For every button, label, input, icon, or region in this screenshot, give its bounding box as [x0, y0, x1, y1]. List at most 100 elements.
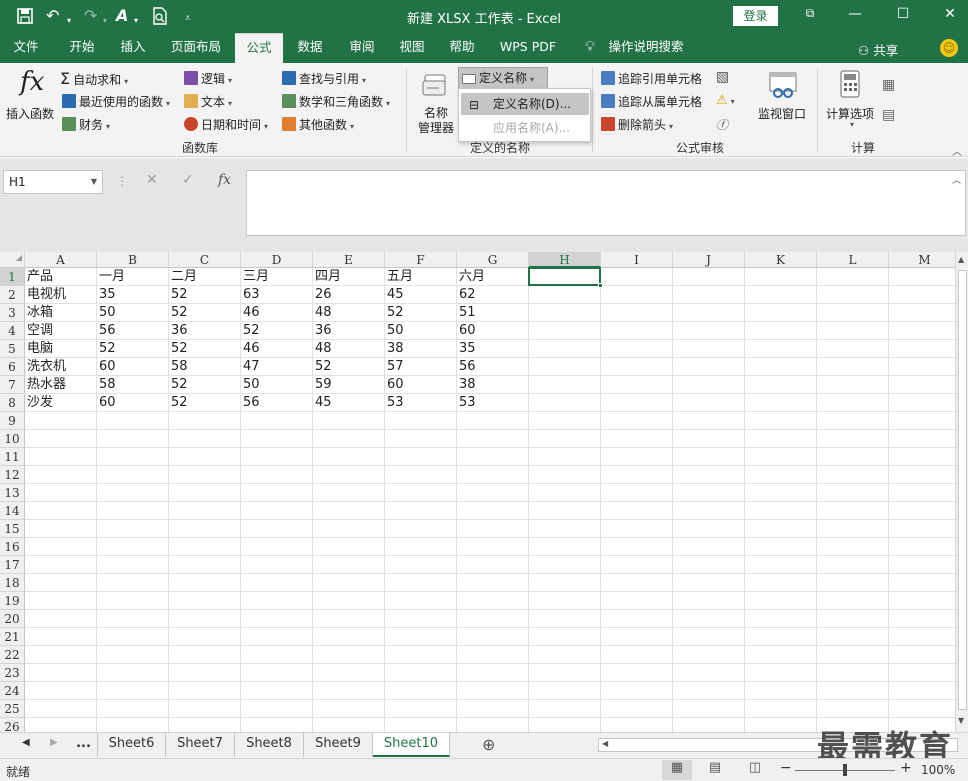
empty-cell[interactable]: [457, 574, 529, 592]
empty-cell[interactable]: [457, 700, 529, 718]
fx-icon[interactable]: fx: [218, 172, 231, 188]
empty-cell[interactable]: [889, 592, 955, 610]
empty-cell[interactable]: [97, 664, 169, 682]
row-header[interactable]: 25: [0, 700, 25, 718]
more-sheets-button[interactable]: ...: [70, 733, 98, 757]
data-cell[interactable]: 五月: [385, 268, 457, 286]
remove-arrows-button[interactable]: 删除箭头 ▾: [601, 116, 673, 133]
empty-cell[interactable]: [889, 664, 955, 682]
vertical-scroll-thumb[interactable]: [958, 270, 967, 710]
data-cell[interactable]: 沙发: [25, 394, 97, 412]
empty-cell[interactable]: [817, 376, 889, 394]
column-header[interactable]: A: [25, 252, 97, 268]
empty-cell[interactable]: [529, 718, 601, 732]
data-cell[interactable]: 35: [97, 286, 169, 304]
empty-cell[interactable]: [313, 448, 385, 466]
empty-cell[interactable]: [97, 646, 169, 664]
empty-cell[interactable]: [385, 628, 457, 646]
empty-cell[interactable]: [673, 358, 745, 376]
empty-cell[interactable]: [313, 484, 385, 502]
empty-cell[interactable]: [25, 484, 97, 502]
empty-cell[interactable]: [169, 466, 241, 484]
empty-cell[interactable]: [745, 700, 817, 718]
row-header[interactable]: 3: [0, 304, 25, 322]
tab-data[interactable]: 数据: [288, 33, 332, 63]
data-cell[interactable]: 冰箱: [25, 304, 97, 322]
data-cell[interactable]: 52: [97, 340, 169, 358]
empty-cell[interactable]: [817, 556, 889, 574]
empty-cell[interactable]: [889, 556, 955, 574]
data-cell[interactable]: 36: [169, 322, 241, 340]
empty-cell[interactable]: [745, 268, 817, 286]
empty-cell[interactable]: [529, 376, 601, 394]
empty-cell[interactable]: [529, 304, 601, 322]
data-cell[interactable]: 45: [385, 286, 457, 304]
column-header[interactable]: H: [529, 252, 601, 268]
empty-cell[interactable]: [601, 538, 673, 556]
empty-cell[interactable]: [97, 448, 169, 466]
row-header[interactable]: 13: [0, 484, 25, 502]
empty-cell[interactable]: [25, 556, 97, 574]
empty-cell[interactable]: [169, 664, 241, 682]
empty-cell[interactable]: [241, 520, 313, 538]
data-cell[interactable]: 52: [169, 376, 241, 394]
empty-cell[interactable]: [97, 700, 169, 718]
empty-cell[interactable]: [25, 430, 97, 448]
column-header[interactable]: E: [313, 252, 385, 268]
empty-cell[interactable]: [601, 322, 673, 340]
empty-cell[interactable]: [385, 412, 457, 430]
lookup-button[interactable]: 查找与引用 ▾: [282, 70, 366, 87]
empty-cell[interactable]: [529, 268, 601, 286]
calculate-now-icon[interactable]: ▦: [882, 77, 895, 93]
empty-cell[interactable]: [889, 394, 955, 412]
empty-cell[interactable]: [745, 394, 817, 412]
empty-cell[interactable]: [457, 682, 529, 700]
empty-cell[interactable]: [601, 376, 673, 394]
empty-cell[interactable]: [241, 718, 313, 732]
empty-cell[interactable]: [241, 610, 313, 628]
more-functions-button[interactable]: 其他函数 ▾: [282, 116, 354, 133]
math-button[interactable]: 数学和三角函数 ▾: [282, 93, 390, 110]
row-header[interactable]: 19: [0, 592, 25, 610]
empty-cell[interactable]: [169, 628, 241, 646]
empty-cell[interactable]: [529, 538, 601, 556]
empty-cell[interactable]: [673, 322, 745, 340]
data-cell[interactable]: 60: [97, 358, 169, 376]
empty-cell[interactable]: [313, 646, 385, 664]
empty-cell[interactable]: [673, 376, 745, 394]
empty-cell[interactable]: [529, 412, 601, 430]
empty-cell[interactable]: [313, 628, 385, 646]
empty-cell[interactable]: [529, 664, 601, 682]
empty-cell[interactable]: [673, 430, 745, 448]
row-header[interactable]: 4: [0, 322, 25, 340]
empty-cell[interactable]: [673, 412, 745, 430]
empty-cell[interactable]: [169, 610, 241, 628]
formula-input[interactable]: ︿: [246, 170, 966, 236]
row-header[interactable]: 21: [0, 628, 25, 646]
data-cell[interactable]: 电脑: [25, 340, 97, 358]
sheet-tab-active[interactable]: Sheet10: [373, 733, 450, 757]
empty-cell[interactable]: [601, 700, 673, 718]
row-header[interactable]: 22: [0, 646, 25, 664]
data-cell[interactable]: 38: [457, 376, 529, 394]
empty-cell[interactable]: [313, 592, 385, 610]
empty-cell[interactable]: [169, 448, 241, 466]
empty-cell[interactable]: [889, 358, 955, 376]
empty-cell[interactable]: [817, 538, 889, 556]
feedback-smile-icon[interactable]: ☺: [940, 39, 958, 57]
row-header[interactable]: 6: [0, 358, 25, 376]
column-header[interactable]: C: [169, 252, 241, 268]
sheet-tab[interactable]: Sheet6: [98, 733, 166, 757]
row-header[interactable]: 10: [0, 430, 25, 448]
recent-functions-button[interactable]: 最近使用的函数 ▾: [62, 93, 170, 110]
data-cell[interactable]: 62: [457, 286, 529, 304]
empty-cell[interactable]: [313, 718, 385, 732]
tab-review[interactable]: 审阅: [340, 33, 384, 63]
data-cell[interactable]: 52: [169, 340, 241, 358]
empty-cell[interactable]: [241, 448, 313, 466]
empty-cell[interactable]: [673, 520, 745, 538]
empty-cell[interactable]: [529, 592, 601, 610]
cancel-icon[interactable]: ✕: [146, 172, 158, 188]
empty-cell[interactable]: [97, 592, 169, 610]
close-icon[interactable]: ✕: [940, 6, 960, 22]
